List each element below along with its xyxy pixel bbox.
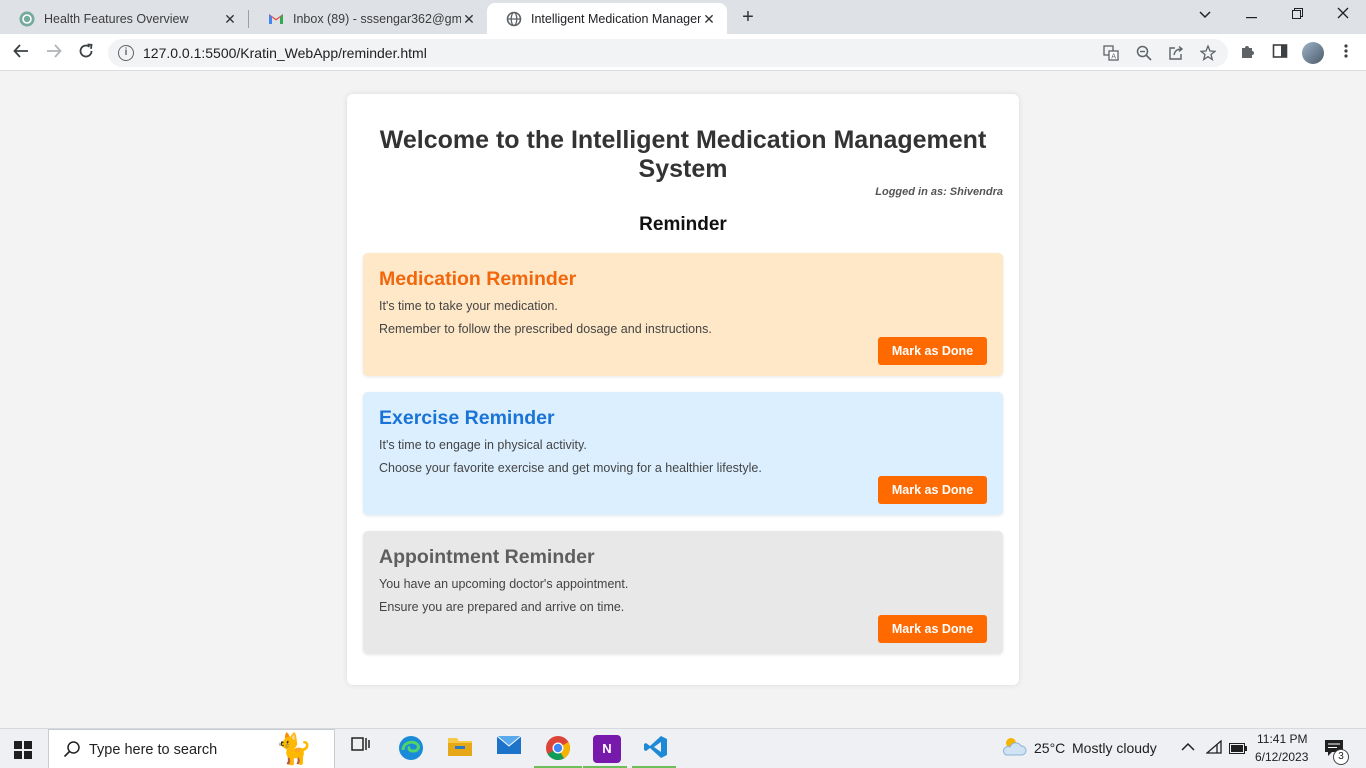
reload-button[interactable] <box>73 40 99 66</box>
profile-avatar[interactable] <box>1302 42 1324 64</box>
tab-gmail-inbox[interactable]: Inbox (89) - sssengar362@gmail.com ✕ <box>249 3 487 34</box>
clock-time[interactable]: 11:41 PM <box>1257 732 1307 746</box>
gmail-icon <box>268 11 284 27</box>
weather-temp[interactable]: 25°C <box>1034 740 1065 756</box>
side-panel-icon[interactable] <box>1270 43 1290 63</box>
reminder-title: Exercise Reminder <box>379 407 555 429</box>
search-placeholder: Type here to search <box>89 742 218 758</box>
forward-button[interactable] <box>41 40 67 66</box>
tab-search-chevron-icon[interactable] <box>1193 4 1217 26</box>
globe-icon <box>506 11 522 27</box>
logged-in-user: Logged in as: Shivendra <box>875 186 1003 198</box>
tab-health-features[interactable]: Health Features Overview ✕ <box>0 3 248 34</box>
chatgpt-icon <box>19 11 35 27</box>
site-info-icon[interactable]: i <box>118 45 134 61</box>
main-card: Welcome to the Intelligent Medication Ma… <box>347 94 1019 685</box>
section-heading: Reminder <box>639 214 727 235</box>
share-icon[interactable] <box>1167 45 1185 63</box>
mark-as-done-button[interactable]: Mark as Done <box>878 337 987 365</box>
bookmark-star-icon[interactable] <box>1199 44 1217 63</box>
tab-title: Inbox (89) - sssengar362@gmail.com <box>293 11 461 26</box>
chrome-icon[interactable] <box>544 735 572 763</box>
cat-illustration-icon: 🐈 <box>275 733 313 766</box>
reminder-title: Appointment Reminder <box>379 546 595 568</box>
restore-button[interactable] <box>1285 4 1309 26</box>
windows-taskbar: Type here to search 🐈 N 25°C Mostly clou… <box>0 728 1366 768</box>
notification-count-badge: 3 <box>1333 749 1349 765</box>
back-button[interactable] <box>8 40 34 66</box>
close-icon[interactable]: ✕ <box>461 11 477 27</box>
weather-cloud-icon[interactable] <box>1000 735 1028 763</box>
reminder-text: Ensure you are prepared and arrive on ti… <box>379 600 625 614</box>
tab-medication-system[interactable]: Intelligent Medication Management System… <box>487 3 727 34</box>
close-window-button[interactable] <box>1331 4 1355 26</box>
task-view-icon[interactable] <box>346 735 374 763</box>
tab-title: Health Features Overview <box>44 11 189 26</box>
address-bar[interactable]: i 127.0.0.1:5500/Kratin_WebApp/reminder.… <box>108 39 1228 67</box>
medication-reminder-card: Medication Reminder It's time to take yo… <box>363 253 1003 376</box>
mark-as-done-button[interactable]: Mark as Done <box>878 476 987 504</box>
clock-date[interactable]: 6/12/2023 <box>1255 750 1308 764</box>
reminder-text: You have an upcoming doctor's appointmen… <box>379 577 629 591</box>
vscode-icon[interactable] <box>642 735 670 763</box>
more-menu-icon[interactable] <box>1336 43 1356 63</box>
reminder-title: Medication Reminder <box>379 268 577 290</box>
weather-condition[interactable]: Mostly cloudy <box>1072 740 1157 756</box>
extensions-puzzle-icon[interactable] <box>1238 43 1258 63</box>
wifi-icon[interactable] <box>1205 739 1222 757</box>
reminder-text: It's time to engage in physical activity… <box>379 438 587 452</box>
reminder-text: It's time to take your medication. <box>379 299 558 313</box>
appointment-reminder-card: Appointment Reminder You have an upcomin… <box>363 531 1003 654</box>
zoom-icon[interactable] <box>1135 45 1153 63</box>
close-icon[interactable]: ✕ <box>222 11 238 27</box>
new-tab-button[interactable]: + <box>738 7 758 27</box>
svg-text:A: A <box>1111 53 1116 61</box>
exercise-reminder-card: Exercise Reminder It's time to engage in… <box>363 392 1003 515</box>
page-title: Welcome to the Intelligent Medication Ma… <box>379 126 987 183</box>
browser-toolbar: i 127.0.0.1:5500/Kratin_WebApp/reminder.… <box>0 34 1366 71</box>
chevron-up-icon[interactable] <box>1181 739 1195 755</box>
reminder-text: Choose your favorite exercise and get mo… <box>379 461 762 475</box>
windows-start-icon[interactable] <box>14 741 32 759</box>
edge-icon[interactable] <box>397 735 425 763</box>
browser-tab-strip: Health Features Overview ✕ Inbox (89) - … <box>0 0 1366 34</box>
reminder-text: Remember to follow the prescribed dosage… <box>379 322 712 336</box>
search-icon <box>63 740 81 763</box>
tab-title: Intelligent Medication Management System <box>531 11 701 26</box>
translate-icon[interactable]: A <box>1102 45 1120 63</box>
taskbar-search-box[interactable]: Type here to search 🐈 <box>48 729 335 768</box>
onenote-icon[interactable]: N <box>593 735 621 763</box>
minimize-button[interactable] <box>1239 4 1263 26</box>
file-explorer-icon[interactable] <box>446 735 474 763</box>
url-text: 127.0.0.1:5500/Kratin_WebApp/reminder.ht… <box>143 45 427 61</box>
battery-icon[interactable] <box>1229 741 1247 757</box>
mail-icon[interactable] <box>495 735 523 763</box>
close-icon[interactable]: ✕ <box>701 11 717 27</box>
mark-as-done-button[interactable]: Mark as Done <box>878 615 987 643</box>
